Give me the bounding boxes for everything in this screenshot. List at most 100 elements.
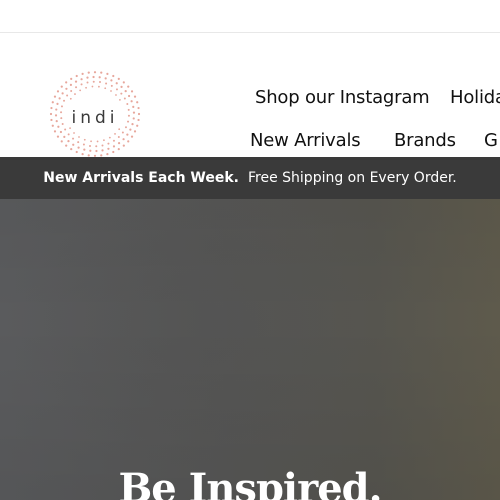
logo-dot xyxy=(92,75,95,79)
logo-dot xyxy=(77,146,80,149)
nav-holiday[interactable]: Holida xyxy=(450,87,500,108)
logo-dot xyxy=(66,94,69,97)
logo-dot xyxy=(115,82,118,85)
logo-dot xyxy=(73,132,75,134)
logo-dot xyxy=(136,124,139,127)
logo-dot xyxy=(74,80,78,83)
logo-dot xyxy=(67,140,70,143)
logo-dot xyxy=(56,102,59,105)
logo-dot xyxy=(80,78,83,81)
logo-dot xyxy=(54,114,58,117)
logo-dot xyxy=(72,137,75,140)
logo-dot xyxy=(120,85,123,88)
nav-new-arrivals[interactable]: New Arrivals xyxy=(250,130,361,151)
logo-dot xyxy=(86,76,89,79)
logo-dot xyxy=(60,111,63,114)
logo-dot xyxy=(132,111,136,114)
logo-dot xyxy=(55,108,58,111)
logo-dot xyxy=(118,128,121,131)
logo-dot xyxy=(89,144,91,147)
logo-dot xyxy=(65,144,68,147)
logo-dot xyxy=(112,74,115,78)
nav-brands[interactable]: Brands xyxy=(394,130,456,151)
logo-dot xyxy=(122,81,125,84)
logo-wordmark: indi xyxy=(71,108,118,128)
logo-dot xyxy=(59,130,63,134)
logo-dot xyxy=(114,133,116,135)
logo-dot xyxy=(91,85,94,88)
logo-dot xyxy=(60,117,63,120)
logo-dot xyxy=(80,83,83,86)
logo-dot xyxy=(95,149,98,153)
logo-dot xyxy=(123,97,126,100)
logo-dot xyxy=(81,72,84,75)
logo-dot xyxy=(127,108,130,111)
hero-banner[interactable]: Be Inspired. xyxy=(0,199,500,500)
logo-dot xyxy=(90,140,92,143)
top-strip xyxy=(0,0,500,33)
logo-dot xyxy=(127,85,130,88)
logo-dot xyxy=(101,149,104,152)
logo-dot xyxy=(57,125,60,128)
logo-dot xyxy=(127,120,130,123)
logo-dot xyxy=(122,138,125,141)
logo-dot xyxy=(121,131,124,134)
logo-dot xyxy=(117,148,120,151)
logo-dot xyxy=(101,144,104,147)
logo-dot xyxy=(130,135,134,138)
logo-dot xyxy=(50,118,53,122)
logo-dot xyxy=(98,76,101,79)
logo-dot xyxy=(117,77,120,80)
brand-logo[interactable]: indi xyxy=(42,67,148,157)
logo-dot xyxy=(130,100,133,103)
logo-dot xyxy=(78,136,80,138)
logo-dot xyxy=(108,136,111,139)
logo-dot xyxy=(67,133,70,136)
logo-dot xyxy=(110,90,112,92)
logo-dot xyxy=(56,135,60,138)
logo-dot xyxy=(63,99,66,102)
promo-free-shipping: Free Shipping on Every Order. xyxy=(248,170,457,186)
logo-dot xyxy=(96,140,99,143)
logo-dot xyxy=(110,79,113,82)
logo-dot xyxy=(65,81,68,84)
logo-dot xyxy=(58,97,61,100)
logo-dot xyxy=(99,81,101,84)
logo-dot xyxy=(127,114,130,117)
logo-dot xyxy=(98,85,100,88)
logo-dot xyxy=(117,136,120,139)
logo-dot xyxy=(65,87,68,90)
logo-dot xyxy=(83,148,86,151)
logo-dot xyxy=(136,101,139,104)
logo-dot xyxy=(104,77,107,80)
logo-dot xyxy=(100,71,103,74)
logo-dot xyxy=(92,80,95,83)
logo-dot xyxy=(51,124,54,127)
nav-gifts[interactable]: G xyxy=(484,130,498,151)
logo-dot xyxy=(74,93,76,95)
nav-shop-instagram[interactable]: Shop our Instagram xyxy=(255,87,430,108)
logo-dot xyxy=(86,81,89,84)
logo-dot xyxy=(89,149,92,152)
logo-dot xyxy=(69,83,73,86)
logo-dot xyxy=(81,153,84,156)
logo-dot xyxy=(60,140,63,143)
logo-dot xyxy=(124,90,127,93)
logo-dot xyxy=(82,143,85,146)
logo-dot xyxy=(60,105,63,108)
logo-dot xyxy=(75,74,78,78)
logo-dot xyxy=(133,130,137,133)
logo-dot xyxy=(107,142,110,145)
logo-dot xyxy=(64,128,67,131)
logo-dot xyxy=(70,148,73,151)
logo-dot xyxy=(83,138,86,141)
logo-dot xyxy=(70,77,73,80)
logo-dot xyxy=(95,145,98,148)
logo-dot xyxy=(117,142,121,145)
logo-dot xyxy=(106,72,109,75)
logo-dot xyxy=(131,123,134,126)
site-header: indi Shop our Instagram Holida New Arriv… xyxy=(0,33,500,157)
logo-dot xyxy=(130,90,134,93)
logo-dot xyxy=(75,150,78,154)
logo-dot xyxy=(129,128,132,131)
